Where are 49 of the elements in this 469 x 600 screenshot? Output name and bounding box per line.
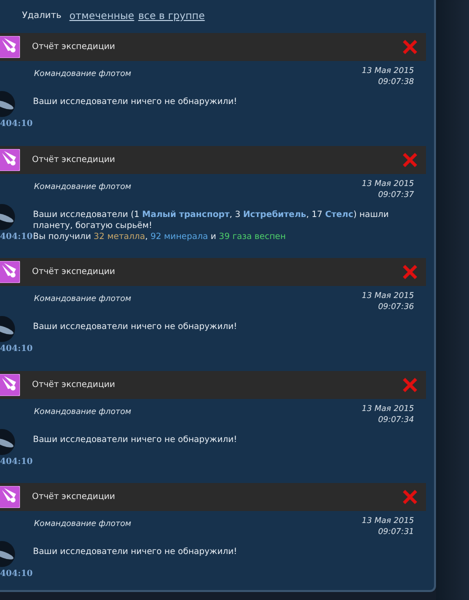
message-date: 13 Мая 2015 <box>362 290 414 302</box>
delete-button[interactable] <box>402 376 418 393</box>
delete-label: Удалить <box>22 11 62 22</box>
comet-icon <box>0 374 20 396</box>
planet-icon <box>0 428 16 455</box>
planet-icon <box>0 316 16 342</box>
message-sender: Командование флотом <box>34 293 132 306</box>
message-text: Ваши исследователи ничего не обнаружили! <box>33 96 238 108</box>
planet-icon <box>0 90 16 117</box>
comet-icon <box>0 148 20 171</box>
message-text: Вы получили 32 металла, 92 минерала и 39 газа веспен <box>33 232 287 243</box>
planet-icon <box>0 204 16 230</box>
message-sender: Командование флотом <box>34 180 132 193</box>
coordinates-label: 404:10 <box>0 456 33 467</box>
message-date: 13 Мая 2015 <box>362 515 414 526</box>
message-title: Отчёт экспедиции <box>32 154 116 165</box>
filter-link[interactable]: все в группе <box>138 10 205 22</box>
message-sender: Командование флотом <box>34 406 132 418</box>
filter-link[interactable]: отмеченные <box>69 10 134 22</box>
coordinates-label: 404:10 <box>0 118 33 129</box>
message-time: 09:07:36 <box>378 301 414 312</box>
comet-icon <box>0 261 20 284</box>
delete-button[interactable] <box>402 264 418 280</box>
delete-button[interactable] <box>402 489 418 506</box>
message-sender: Командование флотом <box>34 68 132 80</box>
message-date: 13 Мая 2015 <box>362 178 414 189</box>
message-date: 13 Мая 2015 <box>362 402 414 414</box>
message-title: Отчёт экспедиции <box>32 267 116 278</box>
message-time: 09:07:37 <box>378 188 414 200</box>
message-date: 13 Мая 2015 <box>362 64 414 76</box>
delete-button[interactable] <box>402 38 418 55</box>
message-sender: Командование флотом <box>34 518 132 530</box>
message-text: Ваши исследователи ничего не обнаружили! <box>33 547 238 558</box>
message-time: 09:07:38 <box>378 76 414 87</box>
coordinates-label: 404:10 <box>0 569 33 580</box>
message-title: Отчёт экспедиции <box>32 492 116 502</box>
message-text: Ваши исследователи ничего не обнаружили! <box>33 434 238 446</box>
message-time: 09:07:34 <box>378 414 414 425</box>
planet-icon <box>0 541 16 568</box>
coordinates-label: 404:10 <box>0 344 33 354</box>
message-title: Отчёт экспедиции <box>32 42 116 52</box>
message-text: Ваши исследователи (1 Малый транспорт, 3 Истребитель, 17 Стелс) нашли планету, богатую сырьём! <box>33 210 390 232</box>
comet-icon <box>0 486 20 508</box>
delete-button[interactable] <box>402 152 418 168</box>
coordinates-label: 404:10 <box>0 232 33 242</box>
comet-icon <box>0 36 20 58</box>
message-title: Отчёт экспедиции <box>32 380 116 390</box>
message-time: 09:07:31 <box>378 526 414 538</box>
message-text: Ваши исследователи ничего не обнаружили! <box>33 322 238 334</box>
